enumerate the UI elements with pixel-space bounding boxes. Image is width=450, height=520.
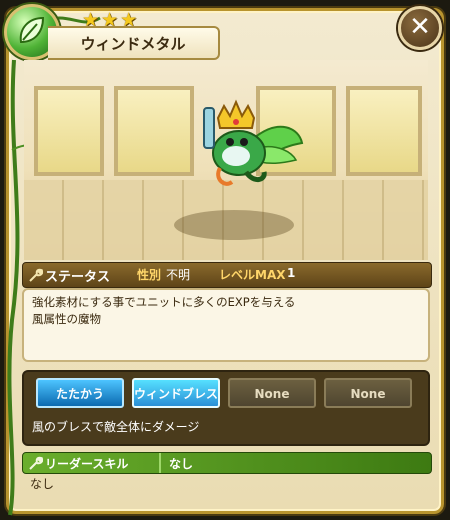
skill-slot-empty[interactable]: None [324, 378, 412, 408]
level-value: 1 [287, 266, 296, 280]
leader-skill-header: リーダースキル なし [22, 452, 432, 474]
status-header: ステータス 性別 不明 レベルMAX 1 [22, 262, 432, 288]
sex-value: 不明 [166, 268, 191, 282]
description-line: 強化素材にする事でユニットに多くのEXPを与える [32, 295, 296, 309]
level-key: レベルMAX [219, 268, 286, 282]
window-pane [114, 86, 194, 176]
wind-metal-monster [203, 99, 304, 186]
leader-skill-description: なし [30, 477, 55, 491]
divider [159, 453, 161, 473]
skill-slot-empty[interactable]: None [228, 378, 316, 408]
wrench-icon [29, 268, 43, 282]
skill-slot-attack[interactable]: たたかう [36, 378, 124, 408]
status-label: ステータス [45, 270, 111, 285]
title-bar: ウィンドメタル [48, 26, 220, 60]
close-button[interactable]: ✕ [398, 6, 442, 50]
skill-description: 風のブレスで敵全体にダメージ [32, 420, 200, 434]
unit-name: ウィンドメタル [80, 35, 186, 53]
window-pane [346, 86, 422, 176]
monster-shadow [174, 210, 294, 240]
description-line: 風属性の魔物 [32, 312, 101, 326]
wrench-icon [29, 456, 43, 470]
skill-slot-wind-breath[interactable]: ウィンドブレス [132, 378, 220, 408]
leader-skill-label: リーダースキル [45, 457, 129, 471]
unit-scene [24, 60, 428, 260]
skill-panel: たたかう ウィンドブレス None None 風のブレスで敵全体にダメージ [22, 370, 430, 446]
leader-skill-value: なし [169, 457, 194, 471]
unit-description: 強化素材にする事でユニットに多くのEXPを与える 風属性の魔物 [22, 288, 430, 362]
sex-key: 性別 [137, 268, 162, 282]
window-pane [34, 86, 104, 176]
